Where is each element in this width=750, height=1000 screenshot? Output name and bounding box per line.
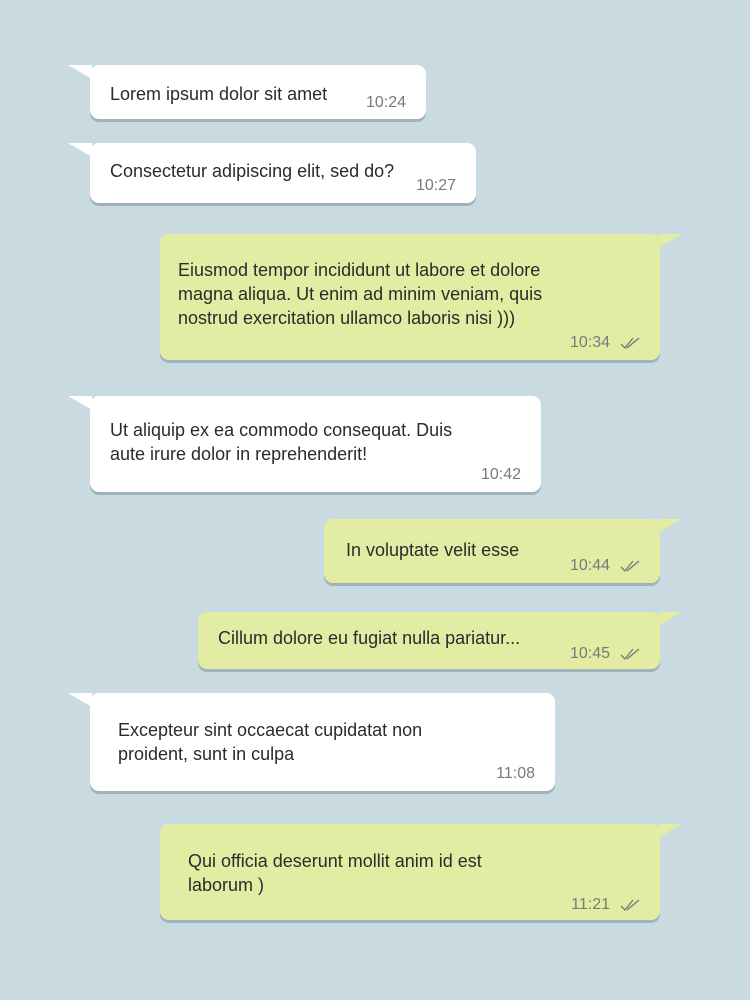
message-meta: 10:45 [570, 645, 640, 663]
bubble-tail [68, 396, 92, 410]
message-text: Ut aliquip ex ea commodo consequat. Duis… [110, 420, 453, 464]
message-text: In voluptate velit esse [346, 540, 520, 560]
bubble-tail [658, 612, 682, 626]
message-text: Eiusmod tempor incididunt ut labore et d… [178, 260, 543, 328]
message-text: Cillum dolore eu fugiat nulla pariatur..… [218, 628, 521, 648]
message-time: 10:45 [569, 645, 610, 662]
message-meta: 10:27 [416, 177, 456, 195]
double-check-icon [620, 647, 640, 661]
message-meta: 10:34 [570, 334, 640, 352]
bubble-tail [658, 824, 682, 838]
incoming-message[interactable]: Consectetur adipiscing elit, sed do? 10:… [68, 143, 476, 203]
message-time: 10:27 [415, 177, 456, 194]
outgoing-message[interactable]: In voluptate velit esse 10:44 [324, 519, 682, 583]
message-meta: 10:24 [366, 94, 406, 112]
message-time: 10:44 [569, 557, 610, 574]
outgoing-message[interactable]: Eiusmod tempor incididunt ut labore et d… [160, 234, 682, 360]
message-meta: 11:08 [496, 765, 535, 783]
message-text: Qui officia deserunt mollit anim id est … [188, 851, 482, 895]
message-text: Consectetur adipiscing elit, sed do? [110, 161, 395, 181]
message-meta: 10:42 [481, 466, 521, 484]
message-time: 11:08 [496, 765, 535, 782]
bubble-tail [658, 234, 682, 248]
message-meta: 11:21 [571, 896, 640, 914]
double-check-icon [620, 559, 640, 573]
incoming-message[interactable]: Lorem ipsum dolor sit amet 10:24 [68, 65, 426, 119]
message-meta: 10:44 [570, 557, 640, 575]
incoming-message[interactable]: Ut aliquip ex ea commodo consequat. Duis… [68, 396, 541, 492]
double-check-icon [620, 898, 640, 912]
bubble-tail [658, 519, 682, 533]
message-time: 11:21 [571, 896, 610, 913]
message-time: 10:34 [569, 334, 610, 351]
outgoing-message[interactable]: Cillum dolore eu fugiat nulla pariatur..… [198, 612, 682, 669]
message-text: Lorem ipsum dolor sit amet [110, 84, 328, 104]
message-time: 10:24 [365, 94, 406, 111]
bubble-tail [68, 65, 92, 79]
outgoing-message[interactable]: Qui officia deserunt mollit anim id est … [160, 824, 682, 920]
bubble-tail [68, 693, 92, 707]
message-text: Excepteur sint occaecat cupidatat non pr… [118, 720, 423, 764]
bubble-tail [68, 143, 92, 157]
incoming-message[interactable]: Excepteur sint occaecat cupidatat non pr… [68, 693, 555, 791]
message-time: 10:42 [480, 466, 521, 483]
double-check-icon [620, 336, 640, 350]
chat-thread: Lorem ipsum dolor sit amet 10:24 Consect… [0, 0, 750, 1000]
